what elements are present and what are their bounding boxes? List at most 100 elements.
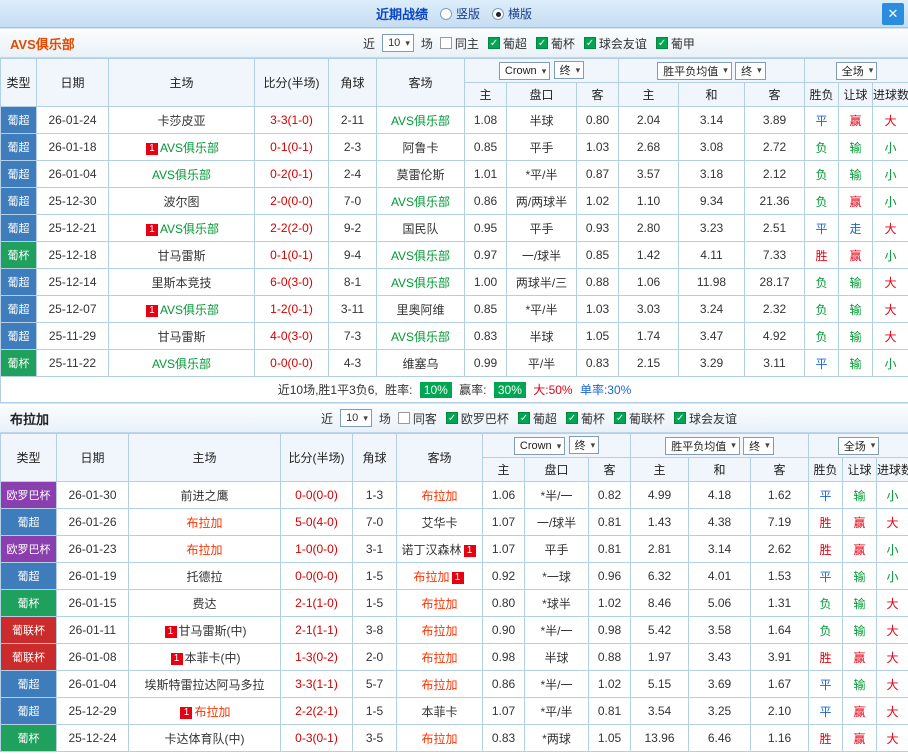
fulltime-header: 全场 ▾ [807,433,908,458]
corners-score: 2-0 [352,643,397,671]
home-team-cell[interactable]: 1 甘马雷斯(中) [128,616,281,644]
asian-odds: 0.90 [482,616,525,644]
radio-horizontal-label: 横版 [508,7,533,21]
match-row: 葡超 25-12-14 里斯本竞技 6-0(3-0) 8-1 AVS俱乐部 1.00 两球半/… [0,268,908,296]
col-asian-away: 客 [576,82,619,107]
euro-odds: 1.53 [750,562,809,590]
away-team-cell[interactable]: AVS俱乐部 [376,241,465,269]
home-team-cell[interactable]: 费达 [128,589,281,617]
home-team-cell[interactable]: 卡莎皮亚 [108,106,255,134]
team-name: 费达 [192,596,217,611]
col-euro-away: 客 [750,457,809,482]
filter-checkbox-葡甲[interactable]: 葡甲 [655,35,695,52]
home-team-cell[interactable]: 里斯本竞技 [108,268,255,296]
result-flag: 输 [838,160,873,188]
home-team-cell[interactable]: 布拉加 [128,535,281,563]
close-button[interactable]: ✕ [882,3,904,25]
home-team-cell[interactable]: 托德拉 [128,562,281,590]
match-row: 葡杯 25-12-24 卡达体育队(中) 0-3(0-1) 3-5 布拉加 0.83 *两球 1… [0,724,908,752]
euro-odds: 4.18 [688,481,751,509]
corners-score: 9-2 [328,214,377,242]
home-team-cell[interactable]: 1 AVS俱乐部 [108,295,255,323]
radio-vertical-label: 竖版 [455,7,480,21]
recent-count-select[interactable]: 10 ▾ [340,409,372,427]
league-tag: 葡杯 [0,241,37,269]
euro-mean-select[interactable]: 胜平负均值 ▾ [665,436,740,455]
away-team-cell[interactable]: AVS俱乐部 [376,106,465,134]
asian-handicap-line: 平手 [506,133,577,161]
euro-odds: 1.67 [750,670,809,698]
away-team-cell[interactable]: 布拉加 [396,643,483,671]
filter-checkbox-葡杯[interactable]: 葡杯 [565,410,605,427]
team-name: AVS俱乐部 [159,302,220,317]
euro-odds: 1.42 [618,241,679,269]
asian-handicap-line: *平/半 [506,160,577,188]
home-team-cell[interactable]: 1 本菲卡(中) [128,643,281,671]
filter-checkbox-葡联杯[interactable]: 葡联杯 [613,410,665,427]
euro-final-select[interactable]: 终 ▾ [735,61,766,80]
odds-company-select[interactable]: Crown ▾ [513,437,566,455]
away-team-cell[interactable]: 布拉加 1 [396,562,483,590]
home-team-cell[interactable]: 卡达体育队(中) [128,724,281,752]
away-team-cell[interactable]: 艾华卡 [396,508,483,536]
home-team-cell[interactable]: 甘马雷斯 [108,322,255,350]
home-team-cell[interactable]: 波尔图 [108,187,255,215]
team-name: 甘马雷斯(中) [178,623,247,638]
away-team-cell[interactable]: 国民队 [376,214,465,242]
home-team-cell[interactable]: 埃斯特雷拉达阿马多拉 [128,670,281,698]
filter-checkbox-葡杯[interactable]: 葡杯 [535,35,575,52]
summary-cell: 近10场,胜1平3负6, 胜率: 10% 赢率: 30% 大:50% 单率:30… [0,376,908,403]
home-team-cell[interactable]: 1 布拉加 [128,697,281,725]
filter-checkbox-同主[interactable]: 同主 [439,35,479,52]
away-team-cell[interactable]: 布拉加 [396,670,483,698]
recent-count-select[interactable]: 10 ▾ [382,34,414,52]
filter-checkbox-葡超[interactable]: 葡超 [487,35,527,52]
red-card-badge: 1 [164,625,177,638]
filter-checkbox-欧罗巴杯[interactable]: 欧罗巴杯 [445,410,509,427]
away-team-cell[interactable]: 阿鲁卡 [376,133,465,161]
away-team-cell[interactable]: AVS俱乐部 [376,322,465,350]
matches-label: 场 [420,36,433,51]
asian-final-select[interactable]: 终 ▾ [553,61,585,79]
euro-mean-select[interactable]: 胜平负均值 ▾ [657,61,732,80]
asian-final-select[interactable]: 终 ▾ [568,436,600,454]
fulltime-select[interactable]: 全场 ▾ [837,436,880,455]
chevron-down-icon: ▾ [590,439,596,450]
away-team-cell[interactable]: 布拉加 [396,724,483,752]
away-team-cell[interactable]: AVS俱乐部 [376,268,465,296]
away-team-cell[interactable]: 本菲卡 [396,697,483,725]
home-team-cell[interactable]: 布拉加 [128,508,281,536]
away-team-cell[interactable]: 维塞乌 [376,349,465,377]
away-team-cell[interactable]: 布拉加 [396,481,483,509]
home-team-cell[interactable]: AVS俱乐部 [108,160,255,188]
euro-odds: 21.36 [744,187,805,215]
euro-odds: 9.34 [678,187,745,215]
chevron-down-icon: ▾ [870,440,876,450]
filter-checkbox-同客[interactable]: 同客 [397,410,437,427]
euro-odds: 2.15 [618,349,679,377]
away-team-cell[interactable]: 里奥阿维 [376,295,465,323]
layout-radio-vertical[interactable]: 竖版 [439,5,480,22]
away-team-cell[interactable]: 诺丁汉森林 1 [396,535,483,563]
odds-company-select[interactable]: Crown ▾ [498,62,551,80]
away-team-cell[interactable]: 布拉加 [396,616,483,644]
filter-checkbox-球会友谊[interactable]: 球会友谊 [583,35,647,52]
fulltime-select[interactable]: 全场 ▾ [835,61,878,80]
away-team-cell[interactable]: AVS俱乐部 [376,187,465,215]
filter-checkbox-球会友谊[interactable]: 球会友谊 [673,410,737,427]
col-result-handicap: 让球 [838,82,873,107]
euro-odds: 6.32 [630,562,689,590]
cover-rate-label: 赢率: [459,383,487,397]
layout-radio-horizontal[interactable]: 横版 [492,5,532,22]
euro-final-select[interactable]: 终 ▾ [743,436,774,455]
away-team-cell[interactable]: 莫雷伦斯 [376,160,465,188]
home-team-cell[interactable]: 1 AVS俱乐部 [108,133,255,161]
checked-checkbox-icon [565,412,578,424]
home-team-cell[interactable]: 1 AVS俱乐部 [108,214,255,242]
away-team-cell[interactable]: 布拉加 [396,589,483,617]
filter-checkbox-葡超[interactable]: 葡超 [517,410,557,427]
home-team-cell[interactable]: 甘马雷斯 [108,241,255,269]
asian-odds: 0.93 [576,214,619,242]
home-team-cell[interactable]: AVS俱乐部 [108,349,255,377]
home-team-cell[interactable]: 前进之鹰 [128,481,281,509]
